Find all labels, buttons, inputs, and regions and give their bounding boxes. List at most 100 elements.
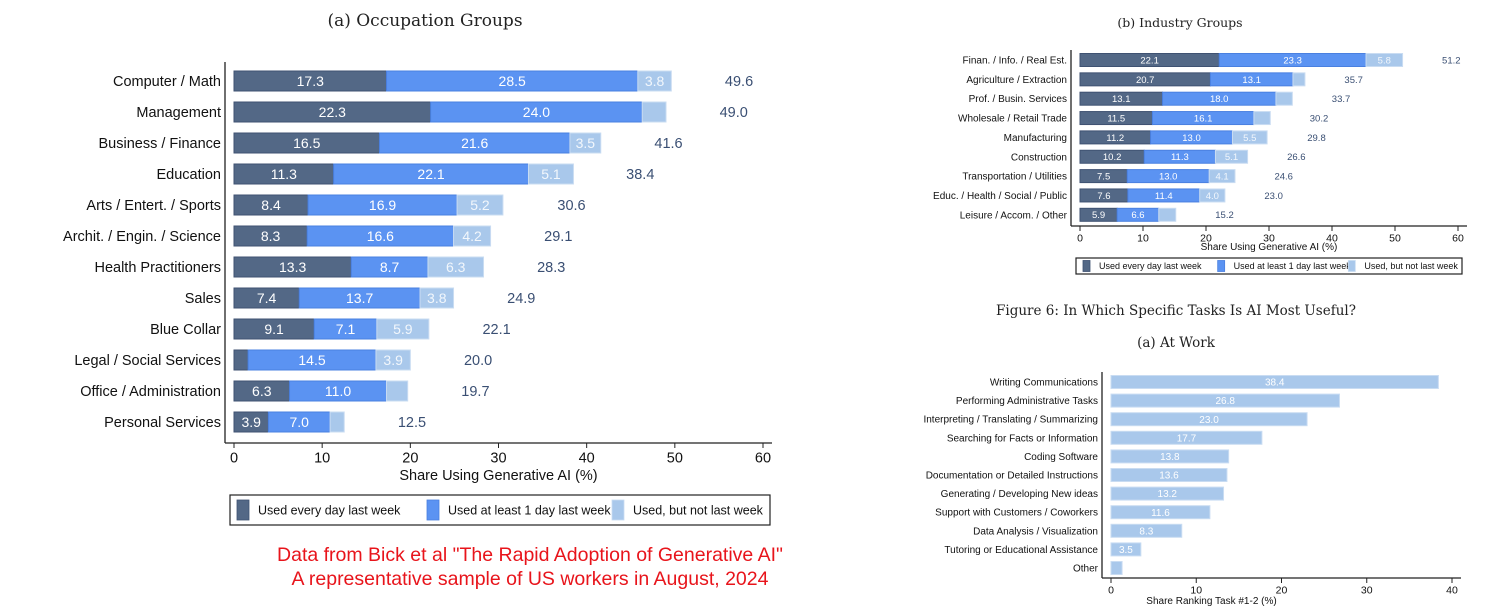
bar-value-label: 8.7 [380,259,400,275]
x-axis-label: Share Using Generative AI (%) [1201,242,1338,253]
bar-value-label: 23.0 [1199,415,1219,426]
category-label: Computer / Math [113,74,221,90]
bar-value-label: 5.1 [541,166,561,182]
bar-segment-daily [233,349,249,371]
bar-value-label: 5.9 [393,321,413,337]
total-label: 38.4 [626,167,654,183]
total-label: 24.6 [1274,172,1293,183]
legend: Used every day last week Used at least 1 … [1075,257,1463,275]
chart-tasks: Figure 6: In Which Specific Tasks Is AI … [923,303,1461,607]
bar-value-label: 8.3 [261,228,281,244]
bar-value-label: 21.6 [461,135,488,151]
bar-value-label: 6.3 [446,259,466,275]
legend-label: Used, but not last week [633,504,764,518]
bar-value-label: 7.0 [290,414,310,430]
bar-value-label: 23.3 [1283,55,1302,66]
legend-swatch-not-last-week [1347,260,1356,272]
x-tick-label: 50 [667,451,683,467]
bar-value-label: 6.3 [252,383,272,399]
total-label: 33.7 [1332,94,1351,105]
legend-label: Used at least 1 day last week [1234,261,1352,271]
legend-swatch-daily [1082,260,1091,272]
total-label: 23.0 [1264,191,1283,202]
bar [1110,561,1123,575]
category-label: Coding Software [1024,452,1098,463]
total-label: 49.6 [725,74,753,90]
bar-value-label: 13.6 [1159,471,1179,482]
chart-title: (b) Industry Groups [1117,15,1242,30]
bar-value-label: 11.3 [271,166,297,182]
category-label: Generating / Developing New ideas [941,489,1098,500]
bar-value-label: 8.3 [1139,526,1153,537]
total-label: 41.6 [654,136,682,152]
category-label: Documentation or Detailed Instructions [926,471,1098,482]
x-tick-label: 10 [314,451,330,467]
category-label: Wholesale / Retail Trade [958,114,1067,125]
category-label: Performing Administrative Tasks [956,396,1098,407]
total-label: 35.7 [1344,75,1363,86]
legend: Used every day last week Used at least 1 … [229,494,771,526]
bar-value-label: 11.4 [1155,191,1173,202]
total-label: 30.6 [557,198,585,214]
bar-value-label: 5.8 [1378,55,1391,66]
category-label: Finan. / Info. / Real Est. [963,56,1068,67]
category-label: Personal Services [104,415,221,431]
x-tick-label: 60 [1452,233,1464,245]
total-label: 24.9 [507,291,535,307]
chart-title: (a) At Work [1137,335,1216,351]
bar-value-label: 16.5 [293,135,320,151]
bar-value-label: 13.7 [346,290,373,306]
bar-value-label: 22.1 [1140,55,1159,66]
legend-swatch-weekly [426,499,440,521]
bar-value-label: 3.5 [1119,545,1133,556]
x-tick-label: 0 [230,451,238,467]
category-label: Health Practitioners [94,260,221,276]
x-tick-label: 10 [1190,585,1202,597]
bar-value-label: 5.1 [1225,152,1238,163]
bar-value-label: 10.2 [1103,152,1122,163]
bar-segment-not-last-week [641,101,667,123]
x-axis-label: Share Ranking Task #1-2 (%) [1146,596,1276,607]
bar-value-label: 11.2 [1106,133,1124,144]
total-label: 29.1 [544,229,572,245]
figure-title: Figure 6: In Which Specific Tasks Is AI … [996,303,1356,319]
bar-value-label: 22.1 [417,166,444,182]
bar-segment-not-last-week [386,380,409,402]
bar-value-label: 17.7 [1177,433,1197,444]
x-tick-label: 50 [1389,233,1401,245]
bar-segment-not-last-week [329,411,345,433]
x-tick-label: 60 [755,451,771,467]
bar-value-label: 3.8 [427,290,447,306]
bar-value-label: 13.0 [1182,133,1201,144]
total-label: 30.2 [1310,113,1329,124]
total-label: 29.8 [1307,133,1326,144]
x-tick-label: 30 [490,451,506,467]
x-tick-label: 30 [1361,585,1373,597]
category-label: Writing Communications [990,378,1098,389]
bar-value-label: 3.9 [383,352,403,368]
total-label: 51.2 [1442,55,1461,66]
total-label: 22.1 [482,322,510,338]
bar-value-label: 7.1 [336,321,356,337]
bar-value-label: 7.6 [1097,191,1110,202]
x-tick-label: 20 [1276,585,1288,597]
category-label: Archit. / Engin. / Science [63,229,221,245]
legend-label: Used every day last week [1099,261,1202,271]
legend-swatch-weekly [1217,260,1226,272]
bar-value-label: 28.5 [499,73,526,89]
bar-value-label: 24.0 [523,104,550,120]
source-note-line2: A representative sample of US workers in… [291,568,769,590]
category-label: Support with Customers / Coworkers [935,508,1098,519]
x-tick-label: 0 [1077,233,1083,245]
legend-label: Used, but not last week [1364,261,1458,271]
bar-value-label: 38.4 [1265,378,1285,389]
chart-occupation: (a) Occupation Groups 0 10 20 30 40 50 60 Share … [63,11,772,526]
category-label: Business / Finance [98,136,221,152]
total-label: 28.3 [537,260,565,276]
category-label: Agriculture / Extraction [966,75,1067,86]
bar-segment-not-last-week [1292,72,1306,87]
bar-value-label: 3.8 [645,73,665,89]
legend-label: Used at least 1 day last week [448,504,611,518]
total-label: 19.7 [461,384,489,400]
x-tick-label: 40 [1446,585,1458,597]
